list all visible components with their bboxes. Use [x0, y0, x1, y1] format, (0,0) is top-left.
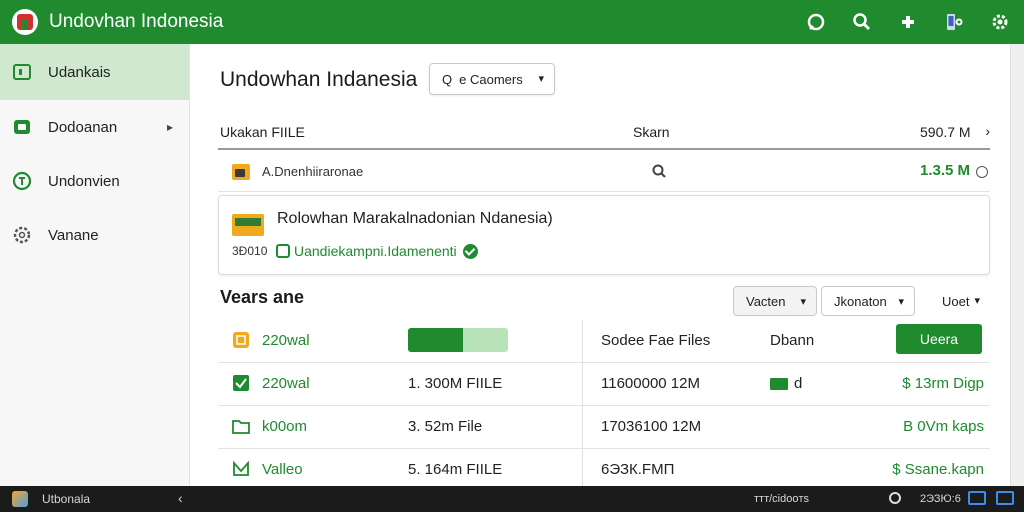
item-date: 6ЭЗК.FMП [601, 461, 675, 478]
filter-label: Uoet [942, 293, 970, 309]
list-item[interactable]: k00om 3. 52m File 17036100 12M В 0Vm kap… [218, 406, 990, 449]
file-icon [232, 164, 250, 180]
tray-text: ттт/сidooтs [754, 493, 810, 505]
sidebar: Udankais Dodoanan ▸ Undonvien Vanane [0, 44, 190, 486]
window-icon[interactable] [968, 491, 986, 505]
search-icon: Q [442, 71, 453, 87]
filter-dropdown-3[interactable]: Uoet ▾ [930, 286, 990, 316]
clock: 2ЭЗЮ:6 [920, 493, 961, 505]
taskbar-app-label[interactable]: Utbonala [42, 492, 90, 506]
item-date: Sodee Fae Files [601, 332, 711, 349]
filter-dropdown-2[interactable]: Jkonaton ▾ [821, 286, 915, 316]
chevron-right-icon[interactable]: › [985, 123, 990, 139]
puzzle-icon[interactable] [896, 10, 920, 34]
item-date: 17036100 12M [601, 418, 702, 435]
device-icon[interactable] [942, 10, 966, 34]
taskbar: Utbonala ‹ ттт/сidooтs 2ЭЗЮ:6 [0, 486, 1024, 512]
card-status-badge[interactable]: Uandiekampni.Idamenenti [276, 243, 478, 259]
customer-select-label: e Caomers [459, 71, 523, 87]
item-size: 5. 164m FIILE [408, 461, 503, 478]
gear-icon[interactable] [988, 10, 1012, 34]
progress-bar [408, 328, 508, 352]
sidebar-item-label: Undonvien [48, 172, 120, 190]
section-title: Vears ane [220, 287, 305, 307]
check-icon [232, 374, 250, 392]
file-size: 1.3.5 M [920, 162, 971, 179]
app-logo [12, 9, 38, 35]
badge-square-icon [276, 244, 290, 258]
info-icon [12, 171, 32, 191]
sidebar-item-dodoanan[interactable]: Dodoanan ▸ [0, 100, 189, 154]
file-table-header: Ukakan FIILE Skarn 590.7 M › [218, 122, 990, 150]
back-icon[interactable]: ‹ [178, 490, 183, 506]
item-mark: d [770, 375, 802, 392]
app-header: Undovhan Indonesia [0, 0, 1024, 44]
doc-icon [232, 331, 250, 349]
file-name: A.Dnenhiiraronae [262, 164, 364, 179]
item-name: 220wal [262, 375, 310, 392]
chevron-down-icon: ▾ [974, 295, 980, 307]
sidebar-item-label: Udankais [48, 63, 111, 81]
start-icon[interactable] [12, 491, 28, 507]
card-code: 3Ð010 [232, 244, 268, 258]
page-title: Undowhan Indanesia [220, 68, 418, 91]
item-name: Valleo [262, 461, 303, 478]
chevron-right-icon[interactable]: ▸ [167, 120, 173, 134]
column-header-scan: Skarn [633, 124, 670, 140]
card-title: Rolowhan Marakalnadonian Ndanesia) [277, 210, 553, 227]
badge-label: Uandiekampni.Idamenenti [294, 243, 457, 259]
item-mark-label: d [794, 375, 803, 392]
item-price: $ Ssane.kapn [892, 461, 984, 478]
search-icon[interactable] [850, 10, 874, 34]
flag-icon [770, 378, 788, 391]
item-price: В 0Vm kaps [903, 418, 984, 435]
item-name: 220wal [262, 332, 310, 349]
radio-button[interactable] [976, 166, 988, 178]
main-content: Undowhan Indanesia Q e Caomers ▾ Ukakan … [190, 44, 1010, 492]
sidebar-item-vanane[interactable]: Vanane [0, 208, 189, 262]
list-item[interactable]: 220wal Sodee Fae Files Dbann Ueera [218, 320, 990, 363]
item-mark: Dbann [770, 332, 815, 349]
progress-fill [408, 328, 463, 352]
search-icon[interactable] [651, 163, 667, 182]
filter-label: Jkonaton [834, 293, 887, 309]
item-price: $ 13rm Digp [902, 375, 984, 392]
card-icon [232, 214, 264, 236]
item-size: 1. 300M FIILE [408, 375, 503, 392]
app-title: Undovhan Indonesia [49, 11, 224, 32]
file-list: 220wal Sodee Fae Files Dbann Ueera 220wa… [218, 320, 990, 492]
item-date: 11600000 12M [601, 375, 700, 392]
list-item[interactable]: 220wal 1. 300M FIILE 11600000 12M d $ 13… [218, 363, 990, 406]
chevron-down-icon: ▾ [898, 296, 904, 308]
folder-icon [232, 417, 250, 435]
header-actions [804, 0, 1012, 44]
sidebar-item-label: Dodoanan [48, 118, 118, 136]
folder-icon [12, 62, 32, 82]
filter-label: Vacten [746, 293, 786, 309]
sidebar-item-udankais[interactable]: Udankais [0, 44, 189, 100]
home-icon [12, 117, 32, 137]
item-size: 3. 52m File [408, 418, 483, 435]
sidebar-item-label: Vanane [48, 226, 99, 244]
sidebar-item-undonvien[interactable]: Undonvien [0, 154, 189, 208]
volume-icon[interactable] [888, 491, 902, 505]
column-header-name: Ukakan FIILE [220, 124, 305, 140]
chat-icon[interactable] [804, 10, 828, 34]
file-row[interactable]: A.Dnenhiiraronae 1.3.5 M [218, 152, 990, 192]
update-button[interactable]: Ueera [896, 324, 982, 354]
mail-icon [232, 460, 250, 478]
chevron-down-icon: ▾ [800, 296, 806, 308]
gear-icon [12, 225, 32, 245]
chevron-down-icon: ▾ [538, 73, 544, 85]
item-name: k00om [262, 418, 308, 435]
column-header-size: 590.7 M [920, 124, 971, 140]
filter-dropdown-1[interactable]: Vacten ▾ [733, 286, 817, 316]
scrollbar[interactable] [1010, 44, 1024, 486]
check-circle-icon [462, 243, 478, 259]
detail-card: Rolowhan Marakalnadonian Ndanesia) 3Ð010… [218, 195, 990, 275]
customer-select[interactable]: Q e Caomers ▾ [429, 63, 555, 95]
notification-icon[interactable] [996, 491, 1014, 505]
